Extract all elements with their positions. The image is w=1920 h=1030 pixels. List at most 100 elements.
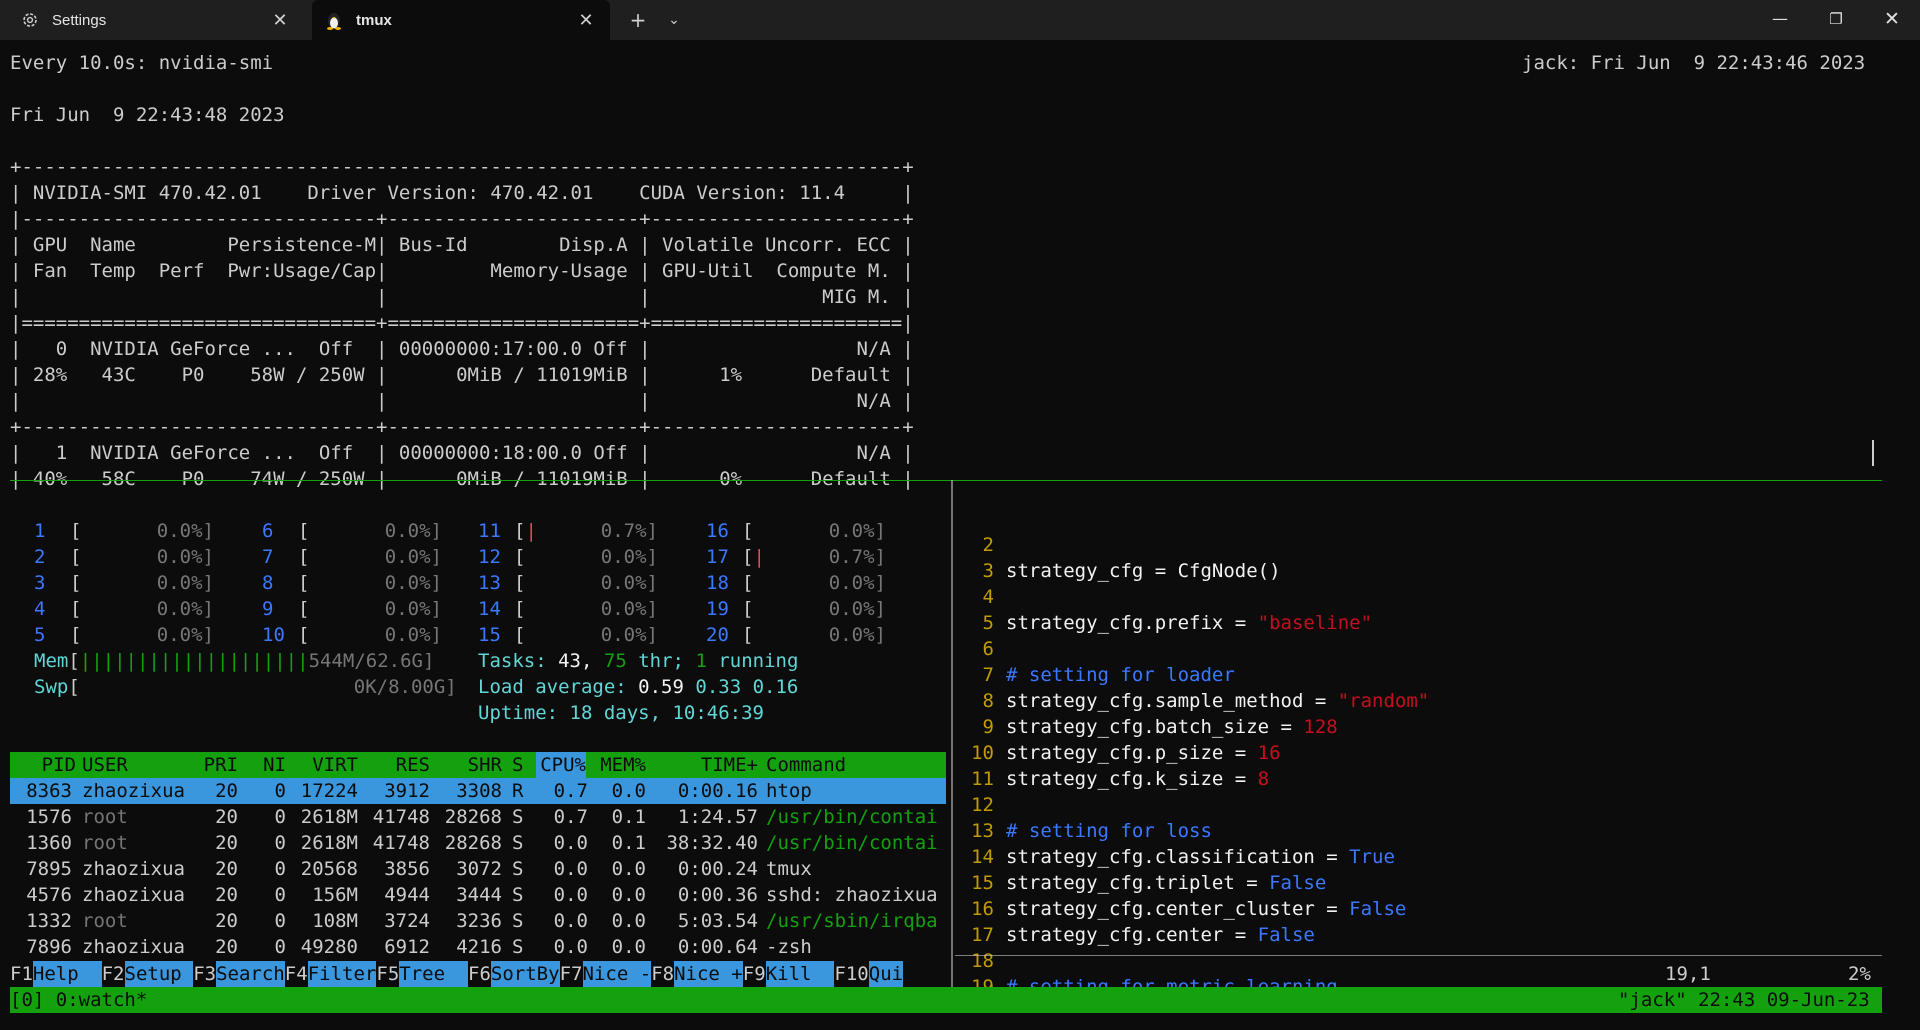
process-shr: 3444: [456, 884, 502, 906]
cpu-meter-percent: 0.0%]: [156, 572, 214, 594]
vim-code-line: # setting for loss: [1006, 818, 1212, 844]
process-cmd: /usr/bin/contai: [766, 806, 938, 828]
fkey-f10[interactable]: F10: [834, 961, 868, 987]
fkey-label[interactable]: Tree: [399, 961, 468, 987]
cpu-meter-percent: 0.0%]: [600, 572, 658, 594]
cpu-meter-number: 13: [478, 572, 501, 594]
fkey-f6[interactable]: F6: [468, 961, 491, 987]
fkey-label[interactable]: Search: [216, 961, 285, 987]
fkey-label[interactable]: Help: [32, 961, 102, 987]
vim-line-number: 14: [971, 846, 994, 868]
tmux-window-list[interactable]: [0] 0:watch*: [10, 987, 147, 1013]
tab-settings[interactable]: Settings ✕: [8, 0, 304, 40]
cpu-meter-number: 20: [706, 624, 729, 646]
fkey-label[interactable]: Nice +: [674, 961, 743, 987]
close-window-icon[interactable]: ✕: [1864, 0, 1920, 40]
htop-column-cpu[interactable]: CPU%: [536, 752, 586, 778]
fkey-f9[interactable]: F9: [743, 961, 766, 987]
fkey-f8[interactable]: F8: [651, 961, 674, 987]
cpu-meter-number: 11: [478, 520, 501, 542]
vim-line-number: 11: [971, 768, 994, 790]
fkey-label[interactable]: Nice -: [582, 961, 652, 987]
vim-code-line: strategy_cfg.k_size = 8: [1006, 766, 1269, 792]
cpu-meter: 20 [0.0%]: [706, 622, 886, 648]
cpu-meter-bracket: [: [70, 624, 82, 646]
process-time: 0:00.64: [677, 936, 758, 958]
htop-column-mem[interactable]: MEM%: [596, 752, 646, 778]
cpu-meter-percent: 0.0%]: [600, 624, 658, 646]
process-cpu: 0.0: [553, 910, 588, 932]
chevron-down-icon[interactable]: ⌄: [660, 8, 688, 32]
process-pri: 20: [215, 910, 238, 932]
cpu-meter-percent: 0.0%]: [384, 572, 442, 594]
pane-divider-horizontal: [10, 480, 1882, 481]
htop-column-pri[interactable]: PRI: [196, 752, 238, 778]
fkey-f7[interactable]: F7: [560, 961, 583, 987]
cpu-meter-bar: |: [753, 546, 765, 568]
process-pri: 20: [215, 936, 238, 958]
vim-line-number: 12: [971, 794, 994, 816]
cpu-meter: 5 [0.0%]: [34, 622, 214, 648]
close-tab-icon[interactable]: ✕: [270, 10, 290, 30]
htop-column-s[interactable]: S: [512, 752, 532, 778]
cpu-meter-bracket: [: [298, 520, 310, 542]
process-user: zhaozixua: [82, 936, 185, 958]
htop-column-ni[interactable]: NI: [246, 752, 286, 778]
process-shr: 4216: [456, 936, 502, 958]
cpu-meter-number: 17: [706, 546, 729, 568]
vim-line-number: 7: [982, 664, 994, 686]
process-cmd: -zsh: [766, 936, 812, 958]
process-mem: 0.0: [611, 858, 646, 880]
htop-column-time[interactable]: TIME+: [654, 752, 758, 778]
htop-column-shr[interactable]: SHR: [434, 752, 502, 778]
cpu-meter-number: 3: [34, 572, 46, 594]
process-res: 3856: [384, 858, 430, 880]
cpu-meter: 15 [0.0%]: [478, 622, 658, 648]
fkey-f1[interactable]: F1: [10, 961, 33, 987]
vim-code-token: strategy_cfg.center =: [1006, 924, 1258, 946]
process-cmd: tmux: [766, 858, 812, 880]
tab-label: tmux: [356, 11, 392, 29]
htop-column-user[interactable]: USER: [82, 752, 192, 778]
cpu-meter-bracket: [: [514, 546, 526, 568]
fkey-label[interactable]: SortBy: [490, 961, 560, 987]
cpu-meter-number: 15: [478, 624, 501, 646]
cpu-meter: 8 [0.0%]: [262, 570, 442, 596]
process-virt: 20568: [300, 858, 358, 880]
restore-icon[interactable]: ❐: [1808, 0, 1864, 40]
process-s: S: [512, 884, 524, 906]
fkey-f5[interactable]: F5: [376, 961, 399, 987]
vim-code-token: False: [1269, 872, 1327, 894]
process-cpu: 0.7: [553, 806, 588, 828]
fkey-label[interactable]: Filter: [307, 961, 377, 987]
process-pri: 20: [215, 884, 238, 906]
tab-tmux[interactable]: tmux ✕: [312, 0, 610, 40]
cpu-meter-percent: 0.0%]: [600, 546, 658, 568]
new-tab-icon[interactable]: +: [624, 8, 652, 32]
process-shr: 3236: [456, 910, 502, 932]
cpu-meter: 19 [0.0%]: [706, 596, 886, 622]
fkey-f3[interactable]: F3: [193, 961, 216, 987]
vim-line-number: 4: [982, 586, 994, 608]
htop-column-virt[interactable]: VIRT: [290, 752, 358, 778]
close-tab-icon[interactable]: ✕: [576, 10, 596, 30]
vim-code-line: strategy_cfg.p_size = 16: [1006, 740, 1281, 766]
vim-line-number: 5: [982, 612, 994, 634]
process-pri: 20: [215, 832, 238, 854]
cpu-meter-number: 2: [34, 546, 46, 568]
minimize-icon[interactable]: —: [1752, 0, 1808, 40]
htop-column-cmd[interactable]: Command: [766, 752, 946, 778]
nvidia-smi-line: | GPU Name Persistence-M| Bus-Id Disp.A …: [10, 234, 914, 256]
terminal-area[interactable]: Every 10.0s: nvidia-smi jack: Fri Jun 9 …: [0, 40, 1920, 1030]
fkey-label[interactable]: Qui: [868, 961, 904, 987]
process-pid: 7896: [26, 936, 72, 958]
htop-column-res[interactable]: RES: [362, 752, 430, 778]
fkey-f2[interactable]: F2: [102, 961, 125, 987]
fkey-label[interactable]: Setup: [124, 961, 194, 987]
cpu-meter: 16 [0.0%]: [706, 518, 886, 544]
htop-column-pid[interactable]: PID: [24, 752, 76, 778]
cpu-meter-number: 14: [478, 598, 501, 620]
process-pri: 20: [215, 806, 238, 828]
fkey-label[interactable]: Kill: [765, 961, 835, 987]
fkey-f4[interactable]: F4: [285, 961, 308, 987]
